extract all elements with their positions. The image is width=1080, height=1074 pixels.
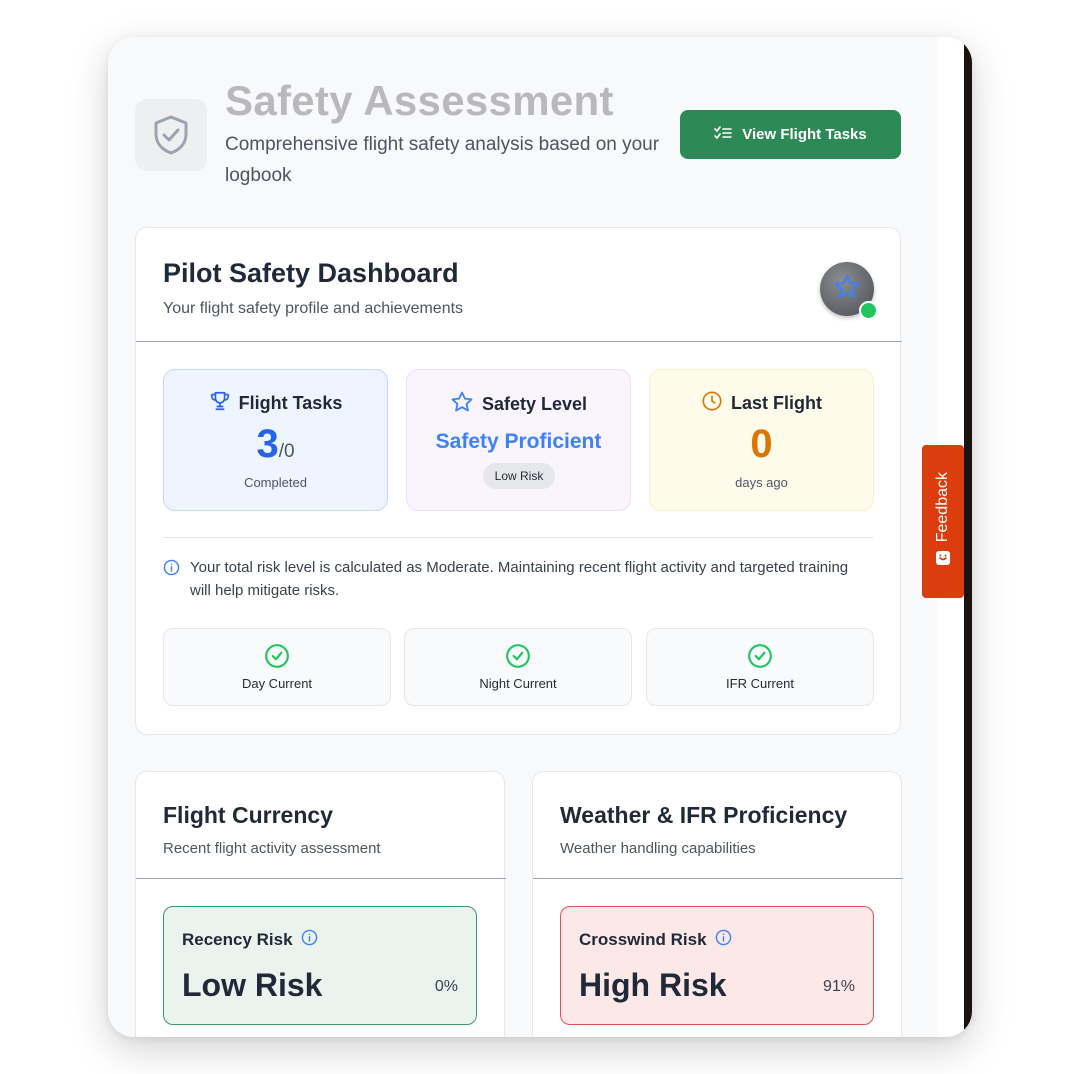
crosswind-risk-level: High Risk	[579, 967, 727, 1003]
night-current-label: Night Current	[479, 676, 557, 691]
last-flight-value: 0	[750, 422, 773, 466]
weather-divider	[533, 878, 903, 879]
page-title: Safety Assessment	[225, 77, 614, 124]
background-edge	[964, 37, 972, 1037]
view-flight-tasks-button[interactable]: View Flight Tasks	[680, 110, 901, 159]
ifr-current-label: IFR Current	[726, 676, 794, 691]
ifr-current-badge: IFR Current	[646, 628, 874, 706]
weather-ifr-card: Weather & IFR Proficiency Weather handli…	[532, 771, 903, 1037]
section-divider	[163, 537, 874, 538]
risk-badge: Low Risk	[483, 463, 555, 489]
star-icon	[833, 273, 861, 306]
safety-level-label: Safety Level	[481, 394, 588, 414]
clock-icon	[701, 390, 723, 417]
trophy-icon	[209, 390, 231, 417]
pilot-safety-dashboard-card: Pilot Safety Dashboard Your flight safet…	[135, 227, 902, 735]
last-flight-stat[interactable]: Last Flight 0 days ago	[649, 369, 874, 511]
device-frame: Safety Assessment Comprehensive flight s…	[108, 37, 972, 1037]
feedback-tab[interactable]: Feedback	[922, 445, 964, 598]
info-icon	[163, 559, 180, 602]
page-subtitle: Comprehensive flight safety analysis bas…	[225, 134, 660, 186]
online-status-dot	[859, 301, 878, 320]
risk-info-text: Your total risk level is calculated as M…	[190, 559, 849, 599]
flight-currency-card: Flight Currency Recent flight activity a…	[135, 771, 506, 1037]
safety-level-stat[interactable]: Safety Level Safety Proficient Low Risk	[406, 369, 631, 511]
flight-tasks-stat[interactable]: Flight Tasks 3/0 Completed	[163, 369, 388, 511]
day-current-badge: Day Current	[163, 628, 391, 706]
flight-currency-subtitle: Recent flight activity assessment	[163, 840, 381, 857]
last-flight-label: Last Flight	[731, 393, 822, 413]
crosswind-risk-panel[interactable]: Crosswind Risk High Risk 91%	[560, 906, 874, 1025]
flight-tasks-label: Flight Tasks	[238, 393, 343, 413]
flight-currency-title: Flight Currency	[163, 802, 333, 828]
recency-risk-level: Low Risk	[182, 967, 323, 1003]
risk-info-note: Your total risk level is calculated as M…	[163, 556, 863, 602]
check-circle-icon	[747, 643, 773, 674]
header-divider	[136, 341, 902, 342]
flight-currency-divider	[136, 878, 506, 879]
recency-risk-percent: 0%	[434, 978, 458, 995]
weather-title: Weather & IFR Proficiency	[560, 802, 848, 828]
feedback-label: Feedback	[934, 471, 951, 543]
check-circle-icon	[264, 643, 290, 674]
day-current-label: Day Current	[241, 676, 313, 691]
flight-tasks-total: /0	[278, 441, 295, 462]
info-icon[interactable]	[301, 929, 318, 951]
dashboard-title: Pilot Safety Dashboard	[163, 258, 459, 288]
view-flight-tasks-label: View Flight Tasks	[742, 126, 867, 143]
crosswind-risk-percent: 91%	[822, 978, 855, 995]
recency-risk-label: Recency Risk	[182, 930, 293, 949]
crosswind-risk-label: Crosswind Risk	[579, 930, 707, 949]
star-outline-icon	[450, 390, 474, 419]
checklist-icon	[714, 125, 733, 144]
page: Safety Assessment Comprehensive flight s…	[108, 37, 938, 1037]
dashboard-subtitle: Your flight safety profile and achieveme…	[163, 300, 464, 317]
feedback-icon	[935, 550, 951, 571]
info-icon[interactable]	[715, 929, 732, 951]
weather-subtitle: Weather handling capabilities	[560, 840, 756, 857]
last-flight-foot: days ago	[735, 475, 788, 490]
safety-level-value: Safety Proficient	[435, 430, 602, 453]
check-circle-icon	[505, 643, 531, 674]
flight-tasks-foot: Completed	[244, 475, 307, 490]
recency-risk-panel[interactable]: Recency Risk Low Risk 0%	[163, 906, 477, 1025]
flight-tasks-count: 3/0	[256, 422, 295, 466]
night-current-badge: Night Current	[404, 628, 632, 706]
shield-icon	[135, 99, 207, 171]
